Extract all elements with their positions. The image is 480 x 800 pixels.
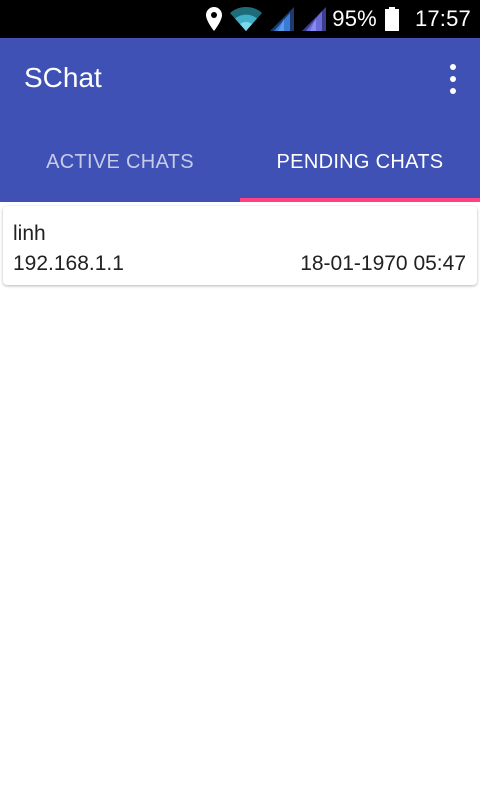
chat-list-item[interactable]: linh 192.168.1.1 18-01-1970 05:47 xyxy=(3,206,477,285)
tab-label: ACTIVE CHATS xyxy=(46,150,194,173)
app-title: SChat xyxy=(24,62,102,93)
overflow-menu-icon[interactable] xyxy=(446,64,460,94)
chat-list: linh 192.168.1.1 18-01-1970 05:47 xyxy=(0,202,480,800)
location-icon xyxy=(206,7,223,31)
chat-name: linh xyxy=(13,222,46,245)
chat-timestamp: 18-01-1970 05:47 xyxy=(300,252,466,275)
status-clock: 17:57 xyxy=(414,6,471,31)
tab-label: PENDING CHATS xyxy=(276,150,444,173)
app-bar: SChat ACTIVE CHATS PENDING CHATS xyxy=(0,38,480,202)
battery-percentage: 95% xyxy=(332,6,377,31)
signal-sim1-icon xyxy=(270,7,295,31)
signal-sim2-icon xyxy=(302,7,327,31)
battery-icon xyxy=(384,7,399,31)
tab-active-chats[interactable]: ACTIVE CHATS xyxy=(0,122,240,202)
tab-bar: ACTIVE CHATS PENDING CHATS xyxy=(0,122,480,202)
chat-ip-address: 192.168.1.1 xyxy=(13,252,124,275)
tab-pending-chats[interactable]: PENDING CHATS xyxy=(240,122,480,202)
wifi-icon xyxy=(230,7,263,31)
status-bar: 95% 17:57 xyxy=(0,0,480,38)
